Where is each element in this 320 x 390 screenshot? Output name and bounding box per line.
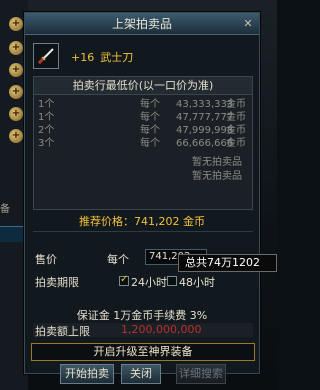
sell-price-label: 售价 <box>35 253 57 266</box>
row-each: 每个 <box>140 112 160 123</box>
dialog-title: 上架拍卖品 <box>111 17 172 31</box>
row-price: 66,666,666 <box>176 138 234 149</box>
start-auction-button[interactable]: 开始拍卖 <box>60 364 114 384</box>
auction-limit-row: 拍卖额上限 1,200,000,000 <box>33 323 253 338</box>
price-row[interactable]: 1个 每个 43,333,333 金币 <box>34 99 252 111</box>
dialog-titlebar: 上架拍卖品 ✕ <box>25 13 259 35</box>
detail-search-button[interactable]: 详细搜索 <box>176 364 226 384</box>
divider <box>33 231 253 232</box>
duration-48h-label[interactable]: 48小时 <box>179 274 215 290</box>
side-partial-text: 备 <box>0 204 10 215</box>
row-qty: 2个 <box>38 125 55 136</box>
duration-24h-label[interactable]: 24小时 <box>131 274 167 290</box>
row-qty: 1个 <box>38 99 55 110</box>
item-title: 武士刀 <box>100 51 134 64</box>
row-each: 每个 <box>140 99 160 110</box>
row-currency: 金币 <box>226 112 246 123</box>
row-currency: 金币 <box>226 138 246 149</box>
auction-limit-value: 1,200,000,000 <box>121 323 202 336</box>
row-qty: 3个 <box>38 138 55 149</box>
side-plus-icon[interactable]: + <box>9 63 23 77</box>
katana-icon <box>37 48 54 65</box>
item-slot[interactable] <box>33 43 59 69</box>
recommended-price: 推荐价格：741,202 金币 <box>79 215 205 228</box>
total-price-tooltip: 总共74万1202 <box>178 254 277 272</box>
upgrade-banner[interactable]: 开启升级至神界装备 <box>31 343 255 361</box>
side-plus-icon[interactable]: + <box>9 17 23 31</box>
row-price: 43,333,333 <box>176 99 234 110</box>
price-row[interactable]: 3个 每个 66,666,666 金币 <box>34 138 252 150</box>
row-price: 47,999,998 <box>176 125 234 136</box>
close-icon[interactable]: ✕ <box>241 17 255 31</box>
row-each: 每个 <box>140 125 160 136</box>
auction-limit-label: 拍卖额上限 <box>35 325 90 338</box>
lowest-price-list: 拍卖行最低价(以一口价为准) 1个 每个 43,333,333 金币 1个 每个… <box>33 76 253 210</box>
side-selected-bar <box>0 226 24 242</box>
item-name: +16 武士刀 <box>71 49 133 65</box>
item-enhance-level: +16 <box>71 51 95 64</box>
price-row[interactable]: 1个 每个 47,777,777 金币 <box>34 112 252 124</box>
duration-label: 拍卖期限 <box>35 276 79 289</box>
auction-listing-dialog: 上架拍卖品 ✕ +16 武士刀 拍卖行最低价(以一口价为准) 1个 每个 43,3… <box>24 12 260 374</box>
side-plus-icon[interactable]: + <box>9 107 23 121</box>
empty-row: 暂无拍卖品 <box>192 157 242 168</box>
price-row[interactable]: 2个 每个 47,999,998 金币 <box>34 125 252 137</box>
side-plus-icon[interactable]: + <box>9 41 23 55</box>
duration-48h-checkbox[interactable] <box>167 276 177 286</box>
duration-24h-checkbox[interactable] <box>119 274 129 286</box>
row-price: 47,777,777 <box>176 112 234 123</box>
row-each: 每个 <box>140 138 160 149</box>
sell-each-label: 每个 <box>107 253 129 266</box>
row-currency: 金币 <box>226 99 246 110</box>
close-button[interactable]: 关闭 <box>121 364 161 384</box>
side-plus-icon[interactable]: + <box>9 85 23 99</box>
row-currency: 金币 <box>226 125 246 136</box>
price-list-header: 拍卖行最低价(以一口价为准) <box>34 77 252 95</box>
empty-row: 暂无拍卖品 <box>192 171 242 182</box>
side-plus-icon[interactable]: + <box>9 129 23 143</box>
row-qty: 1个 <box>38 112 55 123</box>
deposit-fee-text: 保证金 1万金币手续费 3% <box>76 309 208 322</box>
